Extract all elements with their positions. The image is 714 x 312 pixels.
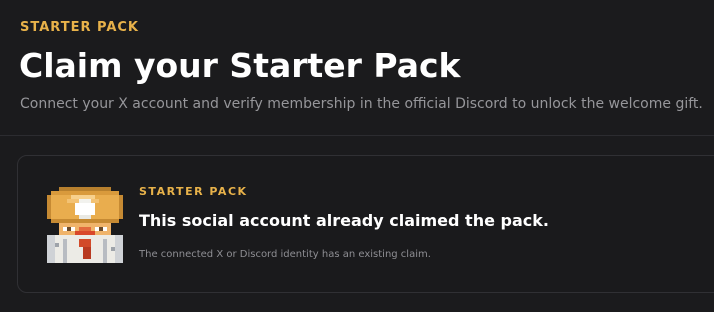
header-divider	[0, 135, 714, 136]
claim-status-description: The connected X or Discord identity has …	[139, 249, 431, 260]
page-subtitle: Connect your X account and verify member…	[20, 96, 703, 112]
claim-status-card: STARTER PACK This social account already…	[17, 155, 714, 293]
starter-pack-page: STARTER PACK Claim your Starter Pack Con…	[0, 0, 714, 312]
page-title: Claim your Starter Pack	[19, 46, 461, 85]
card-eyebrow: STARTER PACK	[139, 185, 248, 198]
claim-status-title: This social account already claimed the …	[139, 211, 549, 230]
section-eyebrow: STARTER PACK	[20, 20, 140, 35]
pixel-chef-character-icon	[47, 187, 123, 263]
